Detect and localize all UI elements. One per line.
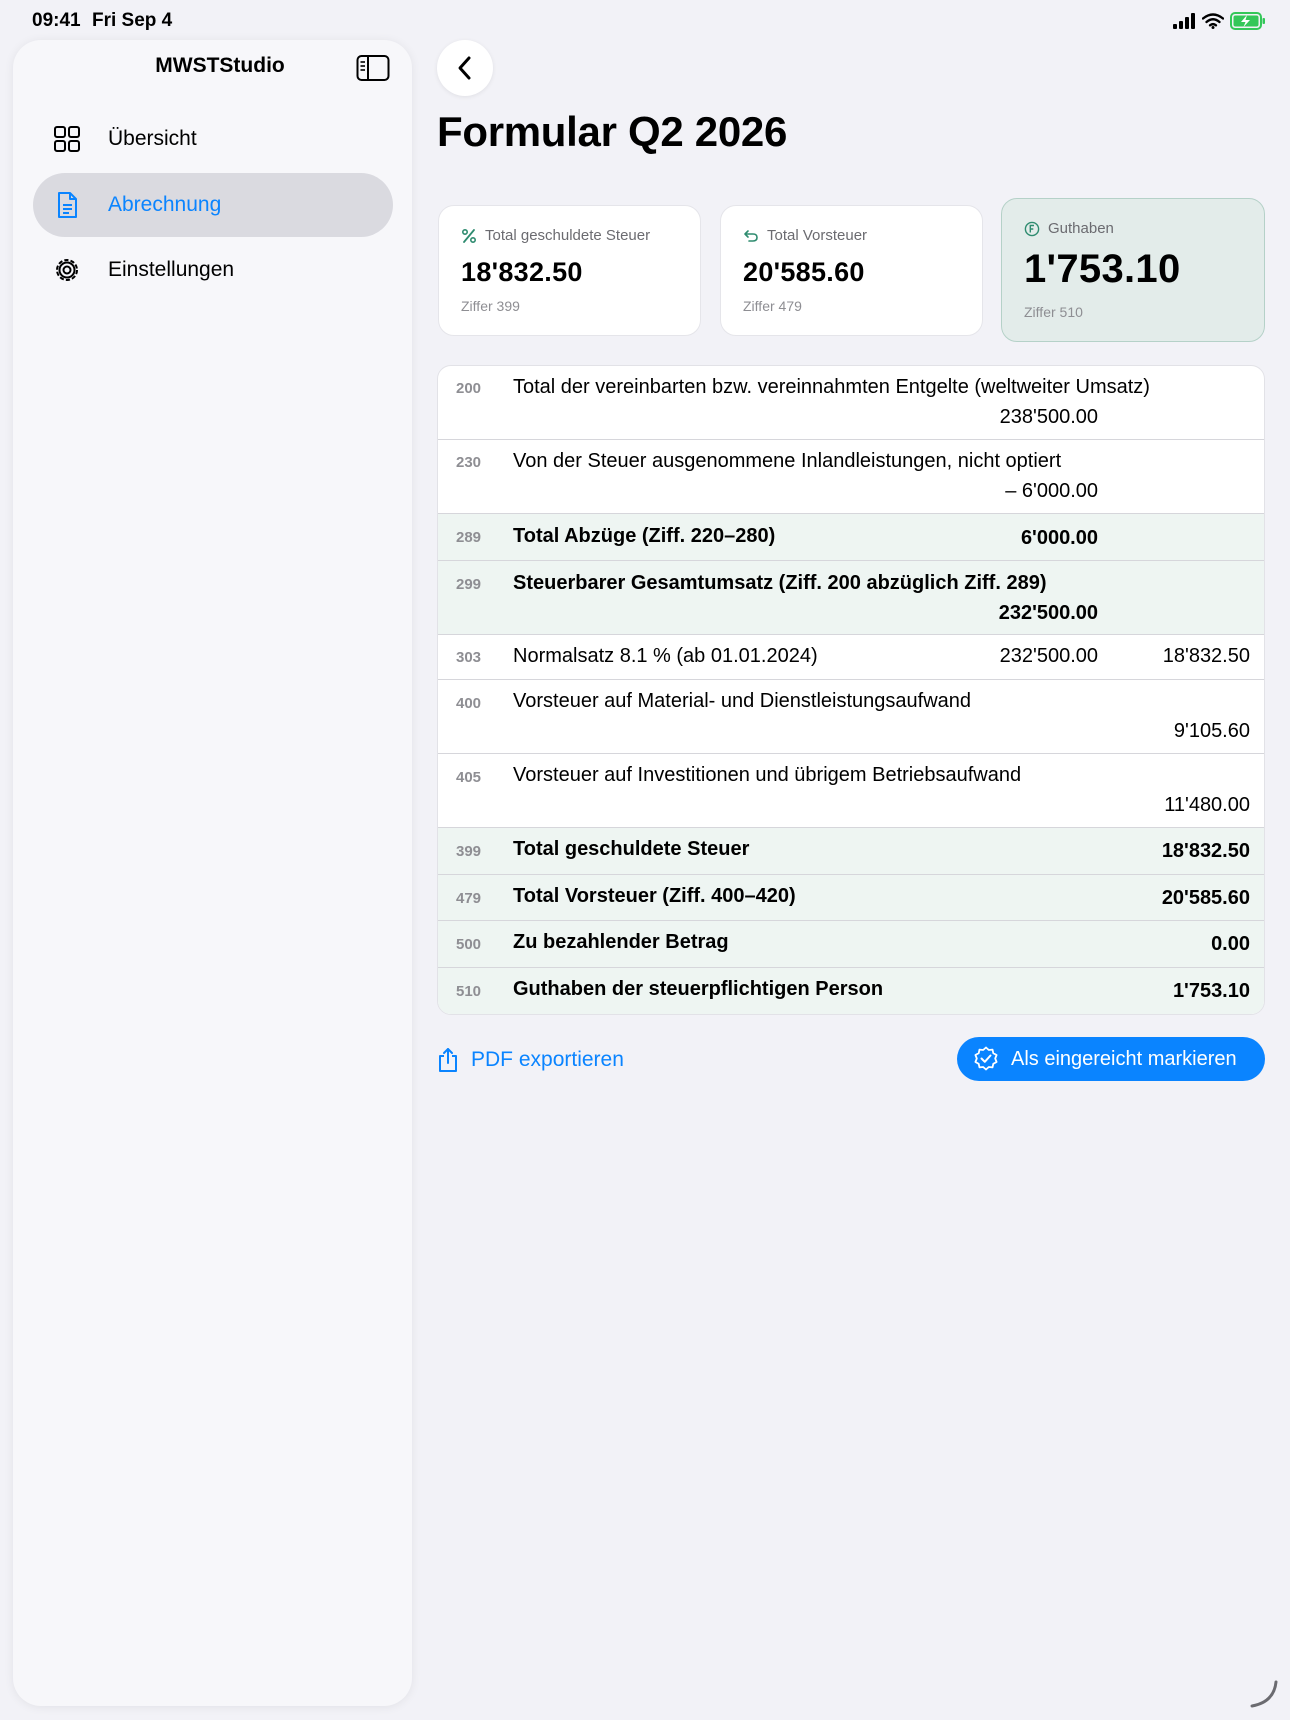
card-label-text: Total geschuldete Steuer	[485, 227, 651, 244]
row-amount: 232'500.00	[999, 645, 1098, 667]
row-tax-amount: 1'753.10	[1172, 980, 1250, 1002]
page-title: Formular Q2 2026	[437, 108, 788, 155]
row-tax-amount: 11'480.00	[1164, 794, 1250, 816]
card-label: Total Vorsteuer	[743, 227, 867, 244]
status-bar: 09:41 Fri Sep 4	[0, 0, 1290, 40]
row-description: Total der vereinbarten bzw. vereinnahmte…	[513, 376, 1150, 398]
row-code: 479	[456, 890, 482, 907]
row-tax-amount: 0.00	[1211, 933, 1250, 955]
mark-submitted-label: Als eingereicht markieren	[1011, 1047, 1237, 1070]
table-row: 303 Normalsatz 8.1 % (ab 01.01.2024) 232…	[438, 635, 1264, 680]
status-icons	[1172, 10, 1266, 32]
percent-icon	[461, 228, 477, 243]
table-row: 510 Guthaben der steuerpflichtigen Perso…	[438, 968, 1264, 1014]
card-value: 18'832.50	[461, 257, 583, 287]
summary-card-tax-owed: Total geschuldete Steuer 18'832.50 Ziffe…	[438, 205, 701, 336]
table-row: 399 Total geschuldete Steuer 18'832.50	[438, 828, 1264, 875]
card-label: Total geschuldete Steuer	[461, 227, 650, 244]
row-description: Von der Steuer ausgenommene Inlandleistu…	[513, 450, 1062, 472]
card-value: 1'753.10	[1024, 247, 1181, 291]
sidebar-item-einstellungen[interactable]: Einstellungen	[33, 238, 393, 302]
table-row: 200 Total der vereinbarten bzw. vereinna…	[438, 366, 1264, 440]
sidebar-item-uebersicht[interactable]: Übersicht	[33, 107, 393, 171]
grid-icon	[54, 126, 80, 152]
sidebar-toggle-icon	[356, 55, 390, 81]
return-arrow-icon	[744, 229, 758, 242]
row-code: 299	[456, 576, 482, 593]
sidebar-item-abrechnung[interactable]: Abrechnung	[33, 173, 393, 237]
sidebar-item-label: Übersicht	[108, 127, 197, 150]
row-tax-amount: 9'105.60	[1173, 720, 1250, 742]
card-sub: Ziffer 479	[743, 298, 802, 314]
pdf-export-label: PDF exportieren	[471, 1048, 624, 1071]
row-code: 500	[456, 936, 482, 953]
status-time: 09:41	[32, 10, 81, 31]
cellular-signal-icon	[1173, 13, 1195, 29]
gear-icon	[56, 259, 78, 281]
table-row: 289 Total Abzüge (Ziff. 220–280) 6'000.0…	[438, 514, 1264, 561]
row-tax-amount: 18'832.50	[1162, 645, 1250, 667]
row-tax-amount: 18'832.50	[1161, 840, 1250, 862]
row-description: Total Abzüge (Ziff. 220–280)	[513, 525, 776, 547]
card-sub: Ziffer 510	[1024, 304, 1083, 320]
share-icon	[439, 1048, 457, 1072]
vat-form-table: 200 Total der vereinbarten bzw. vereinna…	[437, 365, 1265, 1015]
row-code: 405	[456, 769, 482, 786]
back-button[interactable]	[437, 40, 493, 96]
card-label: Guthaben	[1024, 220, 1114, 237]
row-description: Vorsteuer auf Material- und Dienstleistu…	[513, 690, 972, 712]
card-label-text: Guthaben	[1048, 220, 1114, 237]
battery-charging-icon	[1230, 12, 1265, 30]
row-code: 399	[456, 843, 482, 860]
resize-handle-icon	[1250, 1680, 1278, 1708]
sidebar: MWSTStudio Übersicht Abrechnung Einstell…	[13, 40, 412, 1706]
row-code: 289	[456, 529, 482, 546]
row-amount: – 6'000.00	[1005, 480, 1098, 502]
wifi-icon	[1202, 13, 1224, 29]
row-description: Vorsteuer auf Investitionen und übrigem …	[513, 764, 1022, 786]
checkmark-seal-icon	[974, 1046, 998, 1071]
row-description: Guthaben der steuerpflichtigen Person	[513, 978, 884, 1000]
sidebar-toggle-button[interactable]	[356, 54, 390, 82]
row-amount: 238'500.00	[999, 406, 1098, 428]
table-row: 299 Steuerbarer Gesamtumsatz (Ziff. 200 …	[438, 561, 1264, 635]
table-row: 500 Zu bezahlender Betrag 0.00	[438, 921, 1264, 968]
row-description: Normalsatz 8.1 % (ab 01.01.2024)	[513, 645, 818, 667]
row-code: 303	[456, 649, 482, 666]
summary-card-credit: Guthaben 1'753.10 Ziffer 510	[1001, 198, 1265, 342]
chevron-left-icon	[458, 56, 471, 80]
card-value: 20'585.60	[743, 257, 865, 287]
row-amount: 6'000.00	[1020, 527, 1098, 549]
table-row: 230 Von der Steuer ausgenommene Inlandle…	[438, 440, 1264, 514]
card-label-text: Total Vorsteuer	[767, 227, 868, 244]
table-row: 405 Vorsteuer auf Investitionen und übri…	[438, 754, 1264, 828]
row-code: 510	[456, 983, 482, 1000]
summary-card-input-tax: Total Vorsteuer 20'585.60 Ziffer 479	[720, 205, 983, 336]
row-description: Total geschuldete Steuer	[513, 838, 750, 860]
row-amount: 232'500.00	[998, 602, 1098, 624]
row-description: Steuerbarer Gesamtumsatz (Ziff. 200 abzü…	[513, 572, 1047, 594]
document-icon	[58, 192, 77, 218]
status-date: Fri Sep 4	[92, 10, 173, 31]
franc-icon	[1024, 221, 1040, 236]
row-code: 400	[456, 695, 482, 712]
card-sub: Ziffer 399	[461, 298, 520, 314]
row-code: 230	[456, 454, 482, 471]
pdf-export-button[interactable]: PDF exportieren	[437, 1045, 624, 1075]
row-description: Total Vorsteuer (Ziff. 400–420)	[513, 885, 796, 907]
sidebar-item-label: Einstellungen	[108, 258, 235, 281]
row-description: Zu bezahlender Betrag	[513, 931, 729, 953]
row-tax-amount: 20'585.60	[1161, 887, 1250, 909]
mark-submitted-button[interactable]: Als eingereicht markieren	[957, 1037, 1265, 1081]
sidebar-item-label: Abrechnung	[108, 193, 222, 216]
table-row: 400 Vorsteuer auf Material- und Dienstle…	[438, 680, 1264, 754]
row-code: 200	[456, 380, 482, 397]
table-row: 479 Total Vorsteuer (Ziff. 400–420) 20'5…	[438, 875, 1264, 921]
